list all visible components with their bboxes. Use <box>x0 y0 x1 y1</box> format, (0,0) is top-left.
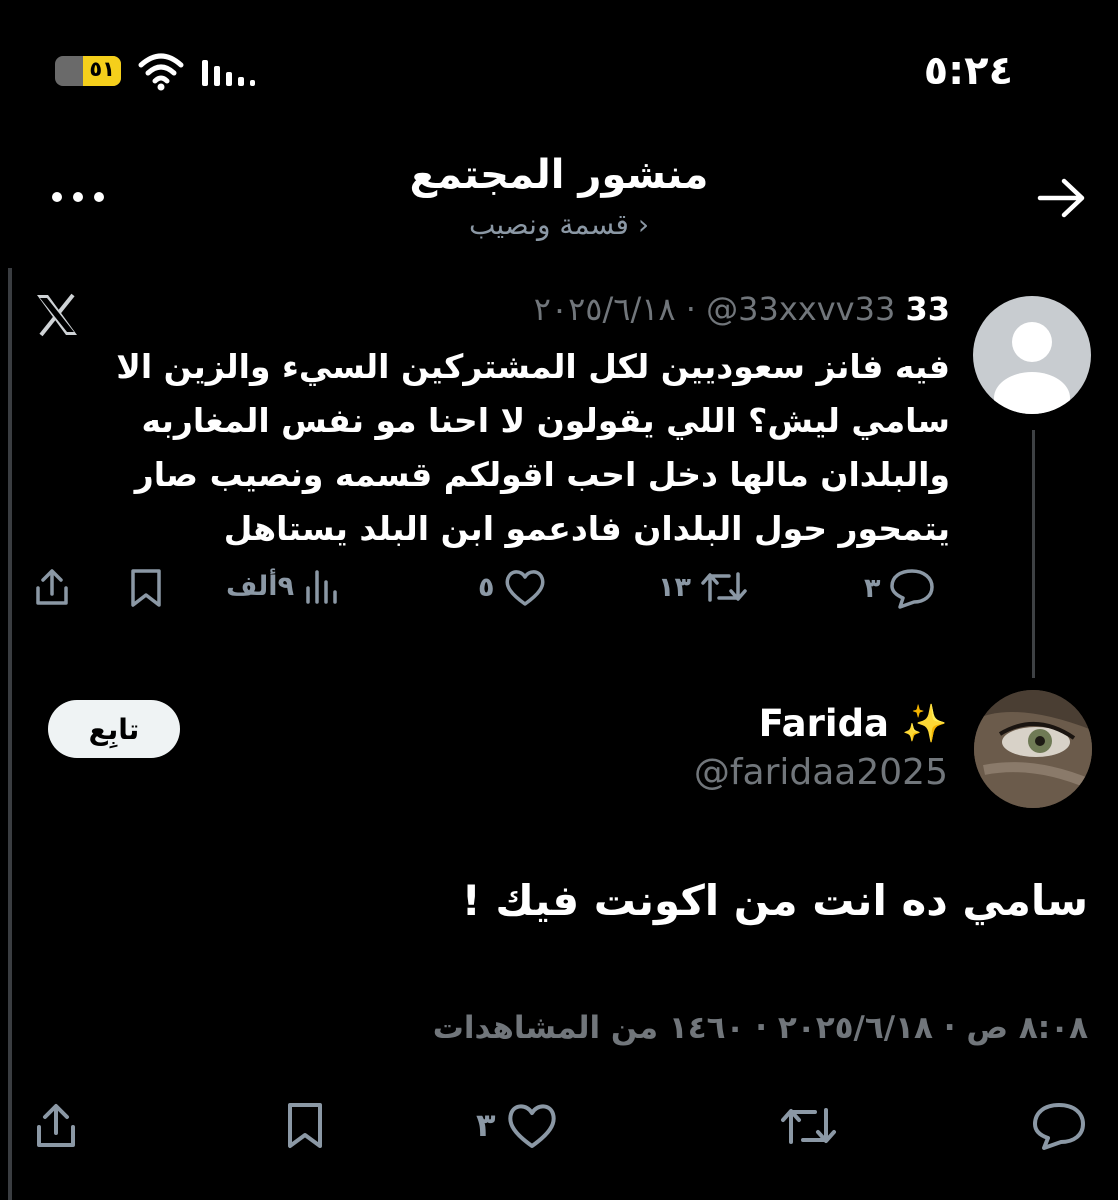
quoted-text: فيه فانز سعوديين لكل المشتركين السيء وال… <box>116 347 950 548</box>
quoted-name[interactable]: 33 <box>905 290 950 328</box>
post-text: سامي ده انت من اكونت فيك ! <box>461 876 1088 925</box>
like-icon <box>506 570 545 606</box>
bookmark-icon[interactable] <box>126 566 166 610</box>
reply-icon <box>890 569 935 609</box>
battery-level: ٥١ <box>89 57 115 81</box>
page-title: منشور المجتمع <box>409 152 709 198</box>
thread-line <box>1032 430 1035 678</box>
repost-icon[interactable] <box>778 1100 840 1152</box>
quoted-date: ٢٠٢٥/٦/١٨ <box>533 290 676 328</box>
post-actions: ٣ <box>30 1100 1090 1160</box>
header-separator: · <box>685 290 696 328</box>
like-icon <box>507 1104 556 1148</box>
quoted-header: ٢٠٢٥/٦/١٨ · @33xxvv33 33 <box>534 290 950 328</box>
status-time: ٥:٢٤ <box>923 48 1013 94</box>
like-button[interactable]: ٥ <box>478 566 548 608</box>
post-meta: ٨:٠٨ ص · ٢٠٢٥/٦/١٨ · ١٤٦٠ من المشاهدات <box>432 1010 1088 1046</box>
views-button[interactable]: ٩ألف <box>226 566 342 606</box>
like-count: ٣ <box>476 1106 496 1144</box>
share-icon[interactable] <box>30 1100 82 1152</box>
follow-button[interactable]: تابِع <box>48 700 180 758</box>
user-name-text: Farida <box>758 702 890 745</box>
like-count: ٥ <box>478 571 495 603</box>
reply-button[interactable]: ٣ <box>864 566 936 610</box>
more-icon[interactable] <box>50 178 106 208</box>
edge-divider <box>8 268 12 1200</box>
quoted-handle[interactable]: @33xxvv33 <box>706 290 895 328</box>
user-handle[interactable]: @faridaa2025 <box>694 752 948 793</box>
battery-icon: ٥١ <box>55 56 121 86</box>
bookmark-icon[interactable] <box>282 1100 328 1152</box>
user-name[interactable]: Farida ✨ <box>759 702 948 746</box>
like-button[interactable]: ٣ <box>476 1100 560 1150</box>
community-link[interactable]: قسمة ونصيب › <box>0 208 1118 241</box>
reply-count: ٣ <box>864 572 881 604</box>
repost-button[interactable]: ١٣ <box>658 566 749 608</box>
post-avatar[interactable] <box>974 690 1092 808</box>
repost-count: ١٣ <box>658 571 691 603</box>
quoted-actions: ٩ألف ٥ ١٣ ٣ <box>30 566 960 616</box>
wifi-icon <box>138 51 184 95</box>
views-count: ٩ألف <box>226 570 295 602</box>
share-icon[interactable] <box>30 566 74 610</box>
back-arrow-icon[interactable] <box>1036 176 1088 224</box>
signal-icon <box>200 58 256 92</box>
repost-icon <box>701 572 747 602</box>
sparkles-icon: ✨ <box>901 702 948 745</box>
reply-icon[interactable] <box>1030 1100 1088 1152</box>
views-icon <box>306 570 337 604</box>
quoted-avatar[interactable] <box>973 296 1091 414</box>
